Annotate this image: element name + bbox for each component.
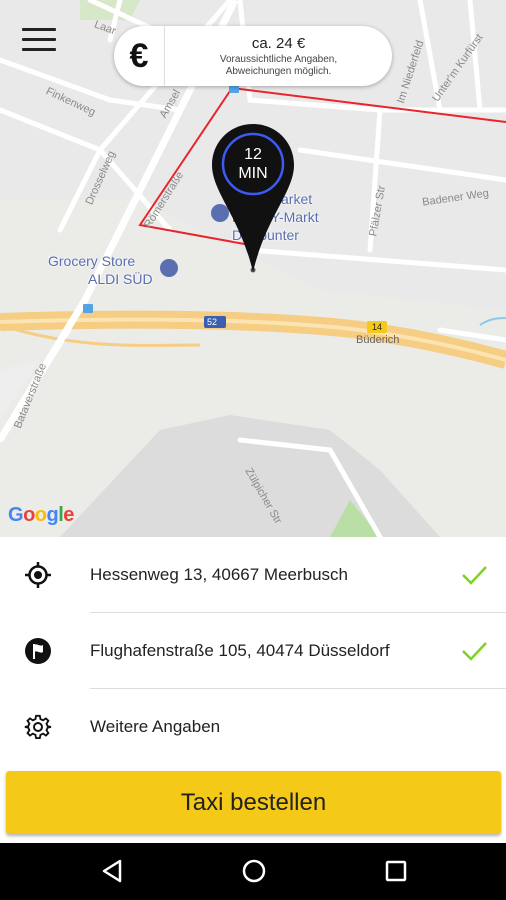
eta-unit: MIN xyxy=(238,165,268,182)
google-logo: Google xyxy=(8,504,74,526)
android-navigation-bar xyxy=(0,843,506,900)
price-estimate: ca. 24 € xyxy=(251,34,306,52)
euro-icon: € xyxy=(114,26,165,86)
destination-address-row[interactable]: Flughafenstraße 105, 40474 Düsseldorf xyxy=(0,613,506,689)
eta-minutes: 12 xyxy=(244,146,262,163)
price-estimate-box: € ca. 24 € Voraussichtliche Angaben, Abw… xyxy=(114,26,392,86)
more-details-label: Weitere Angaben xyxy=(90,717,221,736)
pickup-address-row[interactable]: Hessenweg 13, 40667 Meerbusch xyxy=(0,537,506,613)
highway-number: 14 xyxy=(372,322,383,332)
pickup-address: Hessenweg 13, 40667 Meerbusch xyxy=(90,565,348,584)
gear-icon xyxy=(24,714,52,740)
highway-number: 52 xyxy=(207,317,218,327)
poi-category: Grocery Store xyxy=(48,253,136,269)
poi-name: ALDI SÜD xyxy=(88,271,153,287)
checkmark-icon xyxy=(462,566,487,585)
eta-pin: 12 MIN xyxy=(210,122,296,274)
checkmark-icon xyxy=(462,642,487,661)
place-label: Büderich xyxy=(356,334,400,346)
home-circle-icon[interactable] xyxy=(240,857,268,885)
destination-address: Flughafenstraße 105, 40474 Düsseldorf xyxy=(90,641,390,660)
hamburger-menu-icon[interactable] xyxy=(22,28,56,52)
price-info: ca. 24 € Voraussichtliche Angaben, Abwei… xyxy=(165,35,392,78)
order-taxi-button[interactable]: Taxi bestellen xyxy=(6,771,501,834)
price-disclaimer: Voraussichtliche Angaben, Abweichungen m… xyxy=(165,54,392,78)
recents-square-icon[interactable] xyxy=(382,857,410,885)
disclaimer-line: Voraussichtliche Angaben, xyxy=(219,53,338,65)
location-target-icon xyxy=(25,562,51,588)
more-details-row[interactable]: Weitere Angaben xyxy=(0,689,506,765)
map-view[interactable]: Finkenweg Drosselweg Amsel Laar Römerstr… xyxy=(0,0,506,537)
back-triangle-icon[interactable] xyxy=(98,857,126,885)
disclaimer-line: Abweichungen möglich. xyxy=(225,65,332,77)
flag-icon xyxy=(25,638,51,664)
poi-grocery-store[interactable]: Grocery Store ALDI SÜD xyxy=(48,252,153,288)
